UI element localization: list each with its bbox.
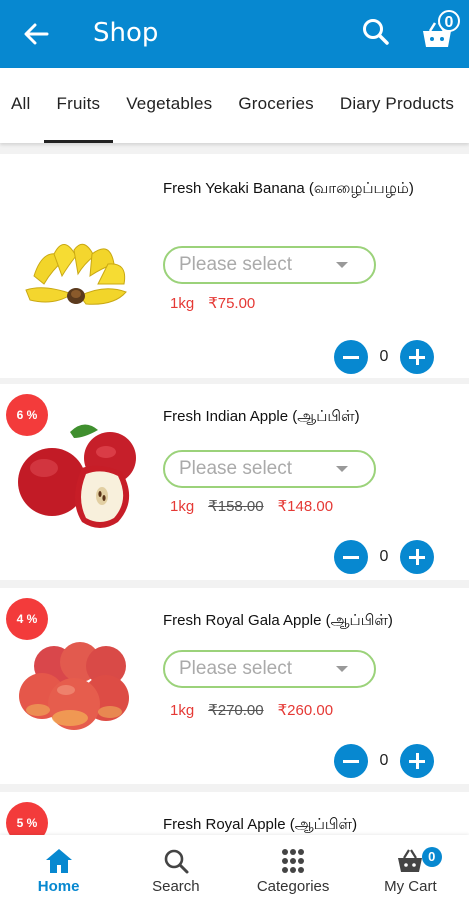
- unit-label: 1kg: [170, 295, 195, 312]
- category-tabs: All Fruits Vegetables Groceries Diary Pr…: [0, 68, 469, 143]
- tab-all[interactable]: All: [0, 68, 44, 143]
- app-bar: Shop 0: [0, 0, 469, 68]
- tab-fruits[interactable]: Fruits: [43, 68, 114, 143]
- bottom-navigation: Home Search Categories 0 My Cart: [0, 835, 469, 900]
- product-card[interactable]: Fresh Yekaki Banana (வாழைப்பழம்) Please …: [0, 154, 469, 378]
- page-title: Shop: [93, 18, 159, 48]
- quantity-value: 0: [379, 752, 389, 769]
- apple-image: [14, 418, 139, 538]
- increase-quantity-button[interactable]: [400, 340, 434, 374]
- variant-select[interactable]: Please select: [163, 650, 376, 688]
- nav-home[interactable]: Home: [0, 835, 117, 900]
- search-icon: [164, 849, 189, 874]
- decrease-quantity-button[interactable]: [334, 340, 368, 374]
- variant-select[interactable]: Please select: [163, 450, 376, 488]
- price-row: 1kg ₹158.00 ₹148.00: [170, 497, 347, 515]
- price-label: ₹260.00: [277, 702, 334, 719]
- discount-badge: 5 %: [6, 802, 48, 835]
- basket-icon: [398, 849, 423, 872]
- cart-button[interactable]: 0: [420, 10, 464, 52]
- increase-quantity-button[interactable]: [400, 744, 434, 778]
- price-row: 1kg ₹270.00 ₹260.00: [170, 701, 347, 719]
- chevron-down-icon: [336, 466, 348, 472]
- product-name: Fresh Yekaki Banana (வாழைப்பழம்): [163, 180, 414, 197]
- quantity-stepper: 0: [334, 540, 434, 574]
- nav-categories-label: Categories: [256, 878, 330, 895]
- quantity-value: 0: [379, 548, 389, 565]
- quantity-value: 0: [379, 348, 389, 365]
- product-card[interactable]: 4 % Fresh Royal Gala Apple (ஆப்பிள்) Ple…: [0, 588, 469, 784]
- select-placeholder: Please select: [179, 254, 293, 275]
- chevron-down-icon: [336, 666, 348, 672]
- product-list[interactable]: Fresh Yekaki Banana (வாழைப்பழம்) Please …: [0, 150, 469, 835]
- price-label: ₹148.00: [277, 498, 334, 515]
- tab-groceries[interactable]: Groceries: [225, 68, 327, 143]
- unit-label: 1kg: [170, 702, 195, 719]
- quantity-stepper: 0: [334, 744, 434, 778]
- quantity-stepper: 0: [334, 340, 434, 374]
- price-row: 1kg ₹75.00: [170, 294, 269, 312]
- tab-diary-products[interactable]: Diary Products: [327, 68, 467, 143]
- select-placeholder: Please select: [179, 658, 293, 679]
- variant-select[interactable]: Please select: [163, 246, 376, 284]
- nav-home-label: Home: [37, 878, 80, 895]
- price-label: ₹75.00: [208, 295, 256, 312]
- product-card[interactable]: 6 % Fresh Indian Apple (ஆப்பிள்) Please …: [0, 384, 469, 580]
- nav-my-cart[interactable]: 0 My Cart: [352, 835, 469, 900]
- cart-count-badge: 0: [421, 847, 442, 867]
- back-arrow-icon[interactable]: [18, 16, 54, 52]
- old-price-label: ₹158.00: [208, 498, 264, 515]
- tab-vegetables[interactable]: Vegetables: [113, 68, 225, 143]
- nav-search[interactable]: Search: [117, 835, 234, 900]
- cart-count-badge: 0: [438, 10, 460, 32]
- chevron-down-icon: [336, 262, 348, 268]
- nav-my-cart-label: My Cart: [384, 878, 437, 895]
- decrease-quantity-button[interactable]: [334, 744, 368, 778]
- select-placeholder: Please select: [179, 458, 293, 479]
- nav-categories[interactable]: Categories: [235, 835, 352, 900]
- unit-label: 1kg: [170, 498, 195, 515]
- product-card[interactable]: 5 % Fresh Royal Apple (ஆப்பிள்): [0, 792, 469, 835]
- product-name: Fresh Royal Gala Apple (ஆப்பிள்): [163, 612, 393, 629]
- product-name: Fresh Indian Apple (ஆப்பிள்): [163, 408, 360, 425]
- banana-image: [14, 214, 139, 334]
- old-price-label: ₹270.00: [208, 702, 264, 719]
- search-icon[interactable]: [358, 14, 394, 50]
- home-icon: [45, 849, 72, 873]
- nav-search-label: Search: [152, 878, 200, 895]
- decrease-quantity-button[interactable]: [334, 540, 368, 574]
- product-name: Fresh Royal Apple (ஆப்பிள்): [163, 816, 358, 833]
- increase-quantity-button[interactable]: [400, 540, 434, 574]
- gala-apple-image: [14, 626, 139, 746]
- grid-icon: [282, 849, 305, 873]
